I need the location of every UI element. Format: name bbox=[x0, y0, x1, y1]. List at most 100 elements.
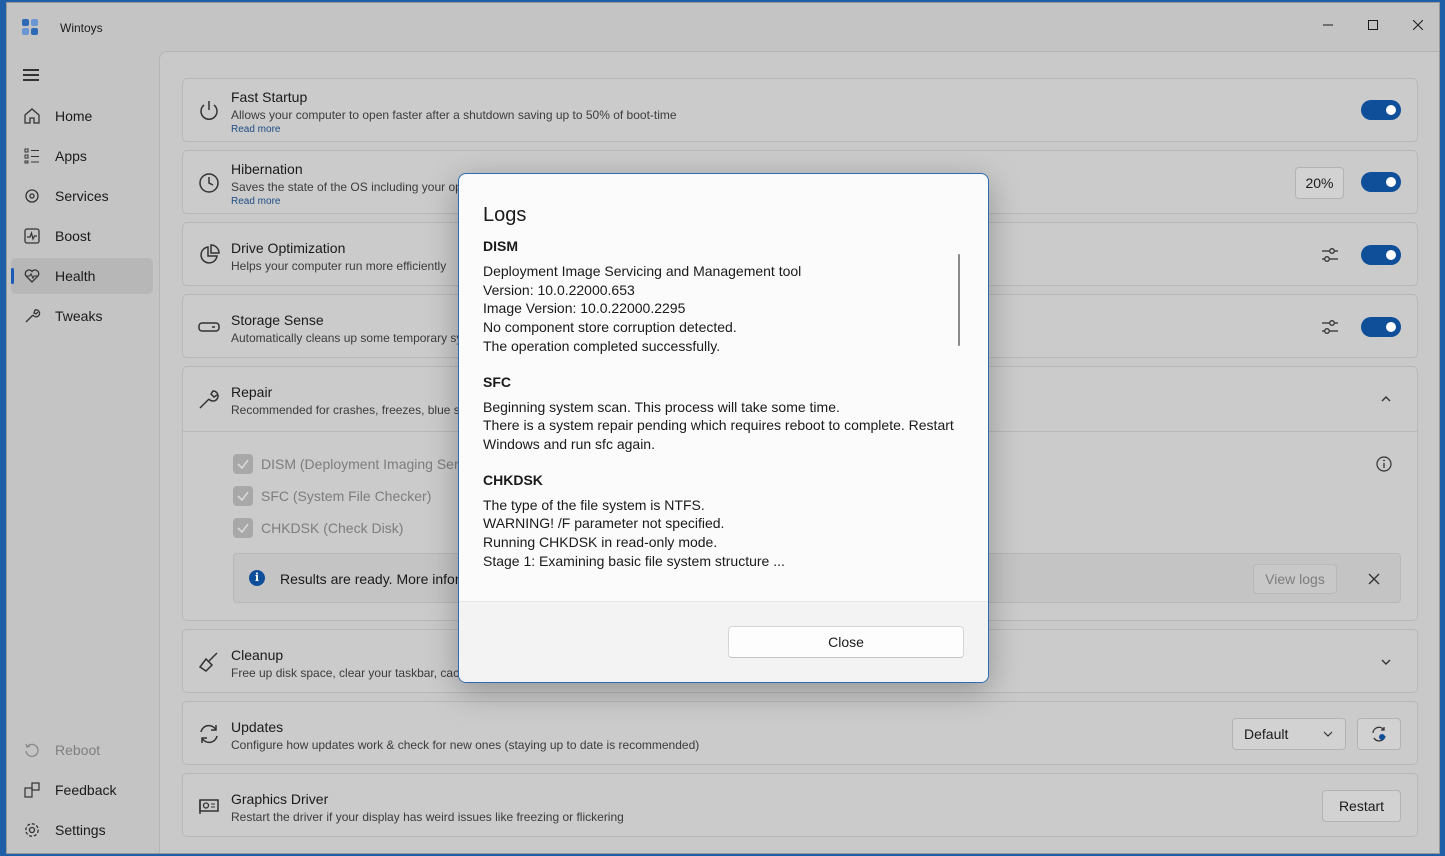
checkmark-icon bbox=[237, 459, 249, 470]
log-section-dism: DISM Deployment Image Servicing and Mana… bbox=[483, 238, 963, 356]
log-section-sfc: SFC Beginning system scan. This process … bbox=[483, 374, 963, 454]
card-graphics-driver: Graphics Driver Restart the driver if yo… bbox=[182, 773, 1418, 837]
home-icon bbox=[24, 108, 40, 124]
sidebar-item-health[interactable]: Health bbox=[11, 258, 153, 294]
update-mode-value: Default bbox=[1244, 726, 1289, 742]
log-line: Running CHKDSK in read-only mode. bbox=[483, 534, 718, 551]
chevron-down-icon bbox=[1323, 731, 1333, 737]
sliders-icon[interactable] bbox=[1321, 247, 1339, 263]
sidebar-item-label: Apps bbox=[55, 148, 87, 164]
card-fast-startup: Fast Startup Allows your computer to ope… bbox=[182, 78, 1418, 142]
log-line: Stage 1: Examining basic file system str… bbox=[483, 552, 785, 569]
view-logs-button[interactable]: View logs bbox=[1253, 564, 1337, 594]
log-heading: DISM bbox=[483, 238, 518, 254]
maximize-button[interactable] bbox=[1350, 9, 1396, 41]
sidebar-item-label: Health bbox=[55, 268, 96, 284]
menu-toggle-icon[interactable] bbox=[23, 69, 39, 81]
close-window-button[interactable] bbox=[1395, 9, 1439, 41]
results-message: Results are ready. More infor bbox=[280, 571, 460, 587]
minimize-button[interactable] bbox=[1305, 9, 1351, 41]
log-line: Version: 10.0.22000.653 bbox=[483, 281, 635, 298]
close-icon[interactable] bbox=[1368, 573, 1380, 585]
card-title: Storage Sense bbox=[231, 312, 324, 328]
log-line: The operation completed successfully. bbox=[483, 337, 721, 354]
sidebar-item-settings[interactable]: Settings bbox=[11, 812, 153, 848]
log-line: Beginning system scan. This process will… bbox=[483, 398, 840, 415]
sidebar-item-label: Tweaks bbox=[55, 308, 103, 324]
sidebar-item-label: Home bbox=[55, 108, 93, 124]
maximize-icon bbox=[1368, 20, 1378, 30]
wrench-icon bbox=[199, 390, 219, 409]
hibernation-size-button[interactable]: 20% bbox=[1295, 167, 1344, 199]
chkdsk-checkbox[interactable] bbox=[233, 518, 253, 538]
chevron-down-icon[interactable] bbox=[1380, 658, 1392, 666]
sidebar-item-boost[interactable]: Boost bbox=[11, 218, 153, 254]
sfc-label: SFC (System File Checker) bbox=[261, 488, 432, 504]
update-mode-select[interactable]: Default bbox=[1232, 718, 1346, 750]
sync-icon bbox=[200, 724, 218, 744]
sliders-icon[interactable] bbox=[1321, 319, 1339, 335]
drive-optimization-toggle[interactable] bbox=[1361, 245, 1401, 265]
sidebar-item-label: Feedback bbox=[55, 782, 117, 798]
chevron-up-icon[interactable] bbox=[1380, 395, 1392, 403]
log-line: The type of the file system is NTFS. bbox=[483, 496, 705, 513]
chkdsk-label: CHKDSK (Check Disk) bbox=[261, 520, 404, 536]
card-title: Updates bbox=[231, 719, 284, 735]
logs-dialog: Logs DISM Deployment Image Servicing and… bbox=[458, 173, 989, 683]
card-title: Drive Optimization bbox=[231, 240, 346, 256]
dism-checkbox[interactable] bbox=[233, 454, 253, 474]
card-description: Configure how updates work & check for n… bbox=[231, 738, 700, 752]
card-title: Cleanup bbox=[231, 647, 284, 663]
sidebar-item-reboot[interactable]: Reboot bbox=[11, 732, 153, 768]
title-bar[interactable]: Wintoys bbox=[7, 3, 1439, 51]
power-icon bbox=[200, 101, 218, 120]
sidebar-item-services[interactable]: Services bbox=[11, 178, 153, 214]
card-description: Helps your computer run more efficiently bbox=[231, 259, 447, 273]
sidebar-item-feedback[interactable]: Feedback bbox=[11, 772, 153, 808]
sidebar-item-tweaks[interactable]: Tweaks bbox=[11, 298, 153, 334]
log-line: WARNING! /F parameter not specified. bbox=[483, 515, 725, 532]
log-scrollbar[interactable] bbox=[958, 254, 960, 346]
card-description: Automatically cleans up some temporary s… bbox=[231, 331, 463, 345]
sidebar-item-label: Boost bbox=[55, 228, 91, 244]
sfc-checkbox[interactable] bbox=[233, 486, 253, 506]
info-badge-icon: i bbox=[249, 570, 265, 586]
pie-chart-icon bbox=[200, 244, 220, 264]
info-icon[interactable] bbox=[1376, 456, 1392, 472]
read-more-link[interactable]: Read more bbox=[231, 196, 280, 207]
tweaks-icon bbox=[25, 309, 41, 323]
dism-label: DISM (Deployment Imaging Serv bbox=[261, 456, 466, 472]
sidebar-item-home[interactable]: Home bbox=[11, 98, 153, 134]
sidebar-item-apps[interactable]: Apps bbox=[11, 138, 153, 174]
broom-icon bbox=[198, 652, 218, 672]
read-more-link[interactable]: Read more bbox=[231, 124, 280, 135]
card-description: Allows your computer to open faster afte… bbox=[231, 108, 677, 122]
hibernation-toggle[interactable] bbox=[1361, 172, 1401, 192]
card-description: Recommended for crashes, freezes, blue s… bbox=[231, 403, 466, 417]
log-line: There is a system repair pending which r… bbox=[483, 417, 954, 434]
reboot-icon bbox=[25, 743, 39, 757]
fast-startup-toggle[interactable] bbox=[1361, 100, 1401, 120]
log-section-chkdsk: CHKDSK The type of the file system is NT… bbox=[483, 472, 963, 571]
checkmark-icon bbox=[237, 523, 249, 534]
storage-sense-toggle[interactable] bbox=[1361, 317, 1401, 337]
log-heading: SFC bbox=[483, 373, 511, 390]
log-line: Windows and run sfc again. bbox=[483, 435, 655, 452]
log-line: Deployment Image Servicing and Managemen… bbox=[483, 263, 802, 279]
log-content[interactable]: DISM Deployment Image Servicing and Mana… bbox=[483, 238, 963, 598]
sidebar-item-label: Services bbox=[55, 188, 109, 204]
restart-driver-button[interactable]: Restart bbox=[1322, 790, 1401, 822]
gear-icon bbox=[25, 823, 39, 837]
app-title: Wintoys bbox=[60, 21, 103, 35]
boost-icon bbox=[24, 228, 40, 244]
card-title: Hibernation bbox=[231, 161, 303, 177]
minimize-icon bbox=[1323, 24, 1333, 26]
feedback-icon bbox=[24, 782, 40, 798]
card-description: Free up disk space, clear your taskbar, … bbox=[231, 666, 466, 680]
log-line: No component store corruption detected. bbox=[483, 319, 737, 336]
dialog-close-button[interactable]: Close bbox=[728, 626, 964, 658]
check-updates-button[interactable] bbox=[1357, 718, 1401, 750]
dialog-footer: Close bbox=[459, 601, 988, 682]
gpu-icon bbox=[199, 799, 219, 814]
active-indicator bbox=[11, 268, 14, 284]
